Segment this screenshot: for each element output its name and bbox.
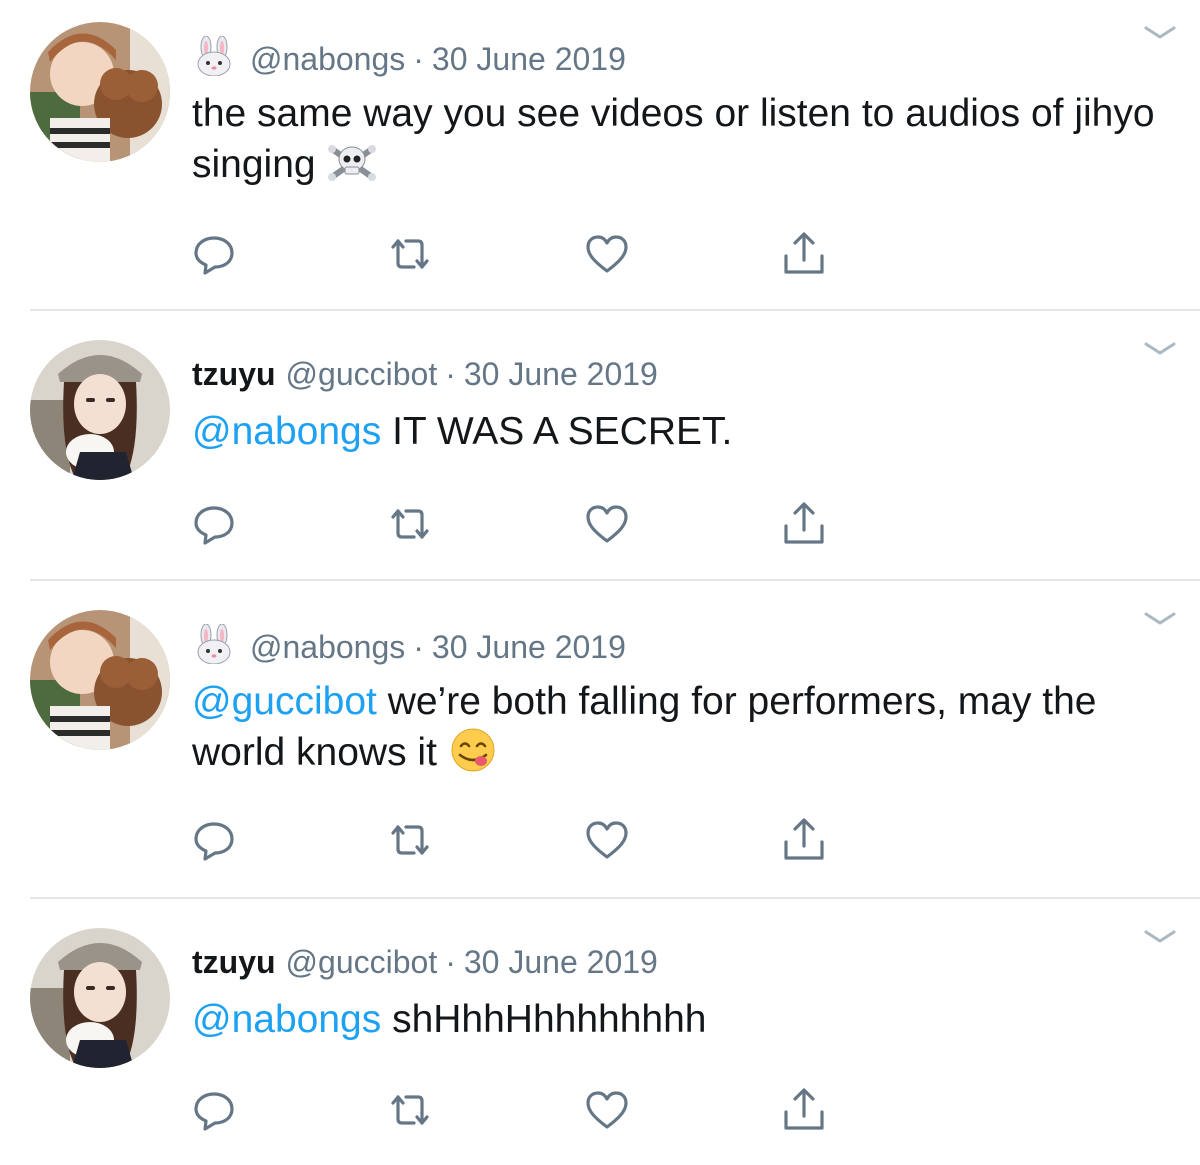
- tweet-actions: [190, 230, 850, 278]
- tweet-header: @nabongs · 30 June 2019: [192, 624, 626, 667]
- like-button[interactable]: [583, 230, 631, 278]
- tweet-header: tzuyu @guccibot · 30 June 2019: [192, 942, 658, 982]
- share-icon: [784, 232, 824, 274]
- mention-link[interactable]: @guccibot: [192, 680, 377, 723]
- reply-button[interactable]: [190, 1086, 238, 1134]
- user-handle[interactable]: @nabongs: [250, 41, 405, 77]
- tweet-actions: [190, 500, 850, 548]
- chevron-down-icon[interactable]: [1142, 24, 1178, 42]
- tweet[interactable]: @nabongs · 30 June 2019 the same way you s…: [0, 0, 1200, 310]
- retweet-icon: [391, 1095, 429, 1125]
- retweet-icon: [391, 509, 429, 539]
- user-handle[interactable]: @nabongs: [250, 629, 405, 665]
- share-button[interactable]: [780, 816, 828, 864]
- avatar-image: [30, 610, 170, 750]
- tweet-timeline: @nabongs · 30 June 2019 the same way you s…: [0, 0, 1200, 1165]
- mention-link[interactable]: @nabongs: [192, 998, 381, 1041]
- tweet[interactable]: tzuyu @guccibot · 30 June 2019 @nabongs shH…: [0, 898, 1200, 1165]
- like-icon: [586, 1091, 628, 1129]
- reply-button[interactable]: [190, 500, 238, 548]
- like-icon: [586, 235, 628, 273]
- face-savoring-food-icon: [451, 728, 495, 772]
- tweet-header: @nabongs · 30 June 2019: [192, 36, 626, 79]
- rabbit-face-icon: [197, 624, 231, 664]
- share-icon: [784, 502, 824, 544]
- display-name[interactable]: tzuyu: [192, 356, 276, 392]
- retweet-icon: [391, 239, 429, 269]
- share-icon: [784, 1088, 824, 1130]
- avatar-image: [30, 928, 170, 1068]
- avatar[interactable]: [30, 22, 170, 162]
- avatar[interactable]: [30, 610, 170, 750]
- avatar-image: [30, 22, 170, 162]
- chevron-down-icon[interactable]: [1142, 610, 1178, 628]
- meta-separator: ·: [413, 629, 424, 665]
- retweet-button[interactable]: [386, 1086, 434, 1134]
- avatar-image: [30, 340, 170, 480]
- share-icon: [784, 818, 824, 860]
- avatar[interactable]: [30, 928, 170, 1068]
- tweet-header: tzuyu @guccibot · 30 June 2019: [192, 354, 658, 394]
- retweet-button[interactable]: [386, 500, 434, 548]
- tweet-text: @guccibot we’re both falling for perform…: [192, 676, 1172, 778]
- tweet-actions: [190, 816, 850, 864]
- like-button[interactable]: [583, 816, 631, 864]
- share-button[interactable]: [780, 1086, 828, 1134]
- chevron-down-icon[interactable]: [1142, 340, 1178, 358]
- tweet-text: @nabongs IT WAS A SECRET.: [192, 406, 1172, 457]
- reply-icon: [194, 822, 234, 861]
- skull-and-crossbones-icon: [327, 145, 376, 181]
- reply-icon: [194, 506, 234, 545]
- user-handle[interactable]: @guccibot: [286, 944, 438, 980]
- meta-separator: ·: [445, 356, 456, 392]
- display-name[interactable]: tzuyu: [192, 944, 276, 980]
- tweet-date[interactable]: 30 June 2019: [464, 944, 658, 980]
- retweet-icon: [391, 825, 429, 855]
- tweet[interactable]: tzuyu @guccibot · 30 June 2019 @nabongs IT …: [0, 310, 1200, 580]
- retweet-button[interactable]: [386, 816, 434, 864]
- chevron-down-icon[interactable]: [1142, 928, 1178, 946]
- rabbit-face-icon: [197, 36, 231, 76]
- tweet-text: the same way you see videos or listen to…: [192, 88, 1172, 190]
- retweet-button[interactable]: [386, 230, 434, 278]
- meta-separator: ·: [413, 41, 424, 77]
- like-button[interactable]: [583, 1086, 631, 1134]
- reply-icon: [194, 1092, 234, 1131]
- like-icon: [586, 505, 628, 543]
- meta-separator: ·: [445, 944, 456, 980]
- reply-button[interactable]: [190, 230, 238, 278]
- user-handle[interactable]: @guccibot: [286, 356, 438, 392]
- tweet-date[interactable]: 30 June 2019: [432, 629, 626, 665]
- tweet-actions: [190, 1086, 850, 1134]
- share-button[interactable]: [780, 500, 828, 548]
- reply-icon: [194, 236, 234, 275]
- like-icon: [586, 821, 628, 859]
- tweet-date[interactable]: 30 June 2019: [464, 356, 658, 392]
- avatar[interactable]: [30, 340, 170, 480]
- tweet-date[interactable]: 30 June 2019: [432, 41, 626, 77]
- mention-link[interactable]: @nabongs: [192, 410, 381, 453]
- share-button[interactable]: [780, 230, 828, 278]
- tweet-body: shHhhHhhhhhhhh: [381, 998, 707, 1041]
- tweet-text: @nabongs shHhhHhhhhhhhh: [192, 994, 1172, 1045]
- like-button[interactable]: [583, 500, 631, 548]
- tweet-body: IT WAS A SECRET.: [381, 410, 733, 453]
- reply-button[interactable]: [190, 816, 238, 864]
- tweet[interactable]: @nabongs · 30 June 2019 @guccibot we’re bo…: [0, 580, 1200, 898]
